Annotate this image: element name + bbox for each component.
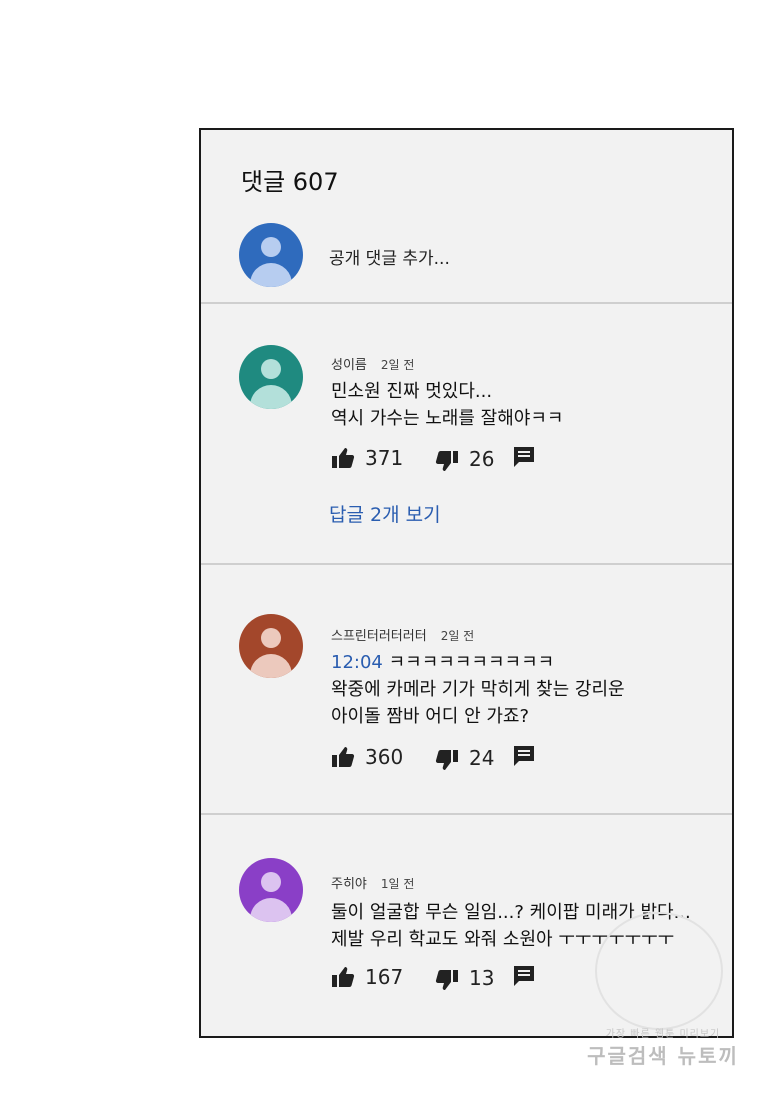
reply-icon xyxy=(514,746,534,766)
like-button[interactable]: 371 xyxy=(331,446,403,470)
comments-count-title: 댓글 607 xyxy=(241,168,339,196)
like-count: 371 xyxy=(365,446,404,470)
comment-text: 12:04 ㅋㅋㅋㅋㅋㅋㅋㅋㅋㅋ 왁중에 카메라 기가 막히게 찾는 강리운 아… xyxy=(331,649,625,730)
dislike-count: 24 xyxy=(469,746,495,770)
thumb-down-icon xyxy=(435,451,458,471)
thumb-down-icon xyxy=(435,970,458,990)
divider xyxy=(201,302,732,304)
comment-meta: 주히야 1일 전 xyxy=(331,873,414,892)
like-count: 360 xyxy=(365,745,404,769)
comment-time: 2일 전 xyxy=(440,629,475,643)
avatar-head-icon xyxy=(261,872,281,892)
reply-icon xyxy=(514,447,534,467)
watermark-line: 구글검색 뉴토끼 xyxy=(587,1044,739,1068)
avatar-head-icon xyxy=(261,628,281,648)
comment-meta: 스프린터러터러터 2일 전 xyxy=(331,625,474,644)
reply-button[interactable] xyxy=(513,745,535,767)
watermark-line: 가장 빠른 웹툰 미리보기 xyxy=(605,1029,721,1040)
avatar-head-icon xyxy=(261,237,281,257)
comment-author[interactable]: 스프린터러터러터 xyxy=(331,629,427,644)
comment-actions: 360 24 xyxy=(331,745,551,771)
comment-line: 역시 가수는 노래를 잘해야ㅋㅋ xyxy=(331,408,564,429)
comment-line: 아이돌 짬바 어디 안 가죠? xyxy=(331,706,530,727)
avatar-body-icon xyxy=(250,898,292,922)
dislike-button[interactable]: 26 xyxy=(435,446,494,472)
like-button[interactable]: 167 xyxy=(331,965,403,989)
divider xyxy=(201,563,732,565)
avatar-body-icon xyxy=(250,654,292,678)
comment-line: 12:04 ㅋㅋㅋㅋㅋㅋㅋㅋㅋㅋ xyxy=(331,649,625,676)
avatar[interactable] xyxy=(239,614,303,678)
like-count: 167 xyxy=(365,965,404,989)
thumb-down-icon xyxy=(435,750,458,770)
dislike-button[interactable]: 24 xyxy=(435,745,494,771)
comment-author[interactable]: 성이름 xyxy=(331,358,367,373)
my-avatar xyxy=(239,223,303,287)
avatar-body-icon xyxy=(250,385,292,409)
dislike-count: 26 xyxy=(469,447,495,471)
avatar-head-icon xyxy=(261,359,281,379)
comment-actions: 371 26 xyxy=(331,446,551,472)
reply-icon xyxy=(514,966,534,986)
watermark: 가장 빠른 웹툰 미리보기 구글검색 뉴토끼 xyxy=(583,1025,743,1069)
comment-time: 2일 전 xyxy=(380,358,415,372)
avatar-body-icon xyxy=(250,263,292,287)
comment-line: 왁중에 카메라 기가 막히게 찾는 강리운 xyxy=(331,679,625,700)
thumb-up-icon xyxy=(332,747,355,767)
avatar[interactable] xyxy=(239,345,303,409)
reply-button[interactable] xyxy=(513,446,535,468)
comment-text: 민소원 진짜 멋있다... 역시 가수는 노래를 잘해야ㅋㅋ xyxy=(331,378,563,432)
add-comment-input[interactable]: 공개 댓글 추가... xyxy=(329,244,450,269)
reply-button[interactable] xyxy=(513,965,535,987)
dislike-button[interactable]: 13 xyxy=(435,965,494,991)
comment-actions: 167 13 xyxy=(331,965,551,991)
view-replies-link[interactable]: 답글 2개 보기 xyxy=(329,500,441,527)
comment-author[interactable]: 주히야 xyxy=(331,877,367,892)
comment-meta: 성이름 2일 전 xyxy=(331,354,414,373)
comment-line-rest: ㅋㅋㅋㅋㅋㅋㅋㅋㅋㅋ xyxy=(382,652,555,673)
comment-line: 민소원 진짜 멋있다... xyxy=(331,381,493,402)
watermark-logo xyxy=(595,912,723,1030)
like-button[interactable]: 360 xyxy=(331,745,403,769)
comments-panel: 댓글 607 공개 댓글 추가... 성이름 2일 전 민소원 진짜 멋있다...… xyxy=(199,128,734,1038)
comment-time: 1일 전 xyxy=(380,877,415,891)
thumb-up-icon xyxy=(332,448,355,468)
dislike-count: 13 xyxy=(469,966,495,990)
timestamp-link[interactable]: 12:04 xyxy=(331,652,383,673)
avatar[interactable] xyxy=(239,858,303,922)
thumb-up-icon xyxy=(332,967,355,987)
divider xyxy=(201,813,732,815)
